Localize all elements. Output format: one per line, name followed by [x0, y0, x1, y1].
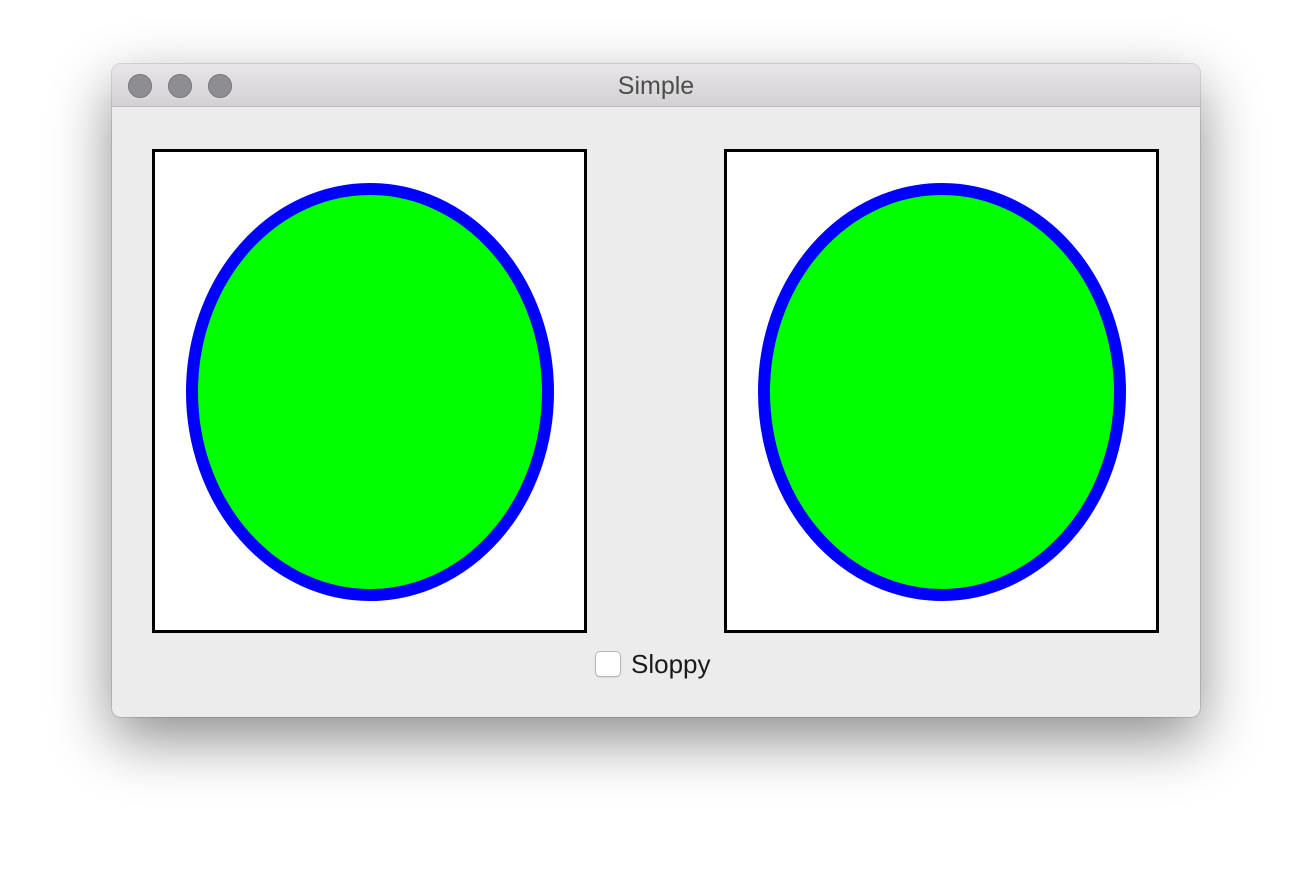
sloppy-label[interactable]: Sloppy [631, 649, 711, 680]
right-drawing-canvas[interactable] [724, 149, 1159, 633]
title-bar[interactable]: Simple [112, 64, 1200, 107]
left-ellipse [186, 183, 554, 601]
right-canvas-svg [758, 183, 1126, 601]
right-ellipse [758, 183, 1126, 601]
sloppy-checkbox[interactable] [595, 651, 621, 677]
left-canvas-svg [186, 183, 554, 601]
app-window: Simple Sloppy [112, 64, 1200, 717]
sloppy-option[interactable]: Sloppy [595, 649, 711, 679]
left-drawing-canvas[interactable] [152, 149, 587, 633]
window-title: Simple [617, 72, 695, 100]
